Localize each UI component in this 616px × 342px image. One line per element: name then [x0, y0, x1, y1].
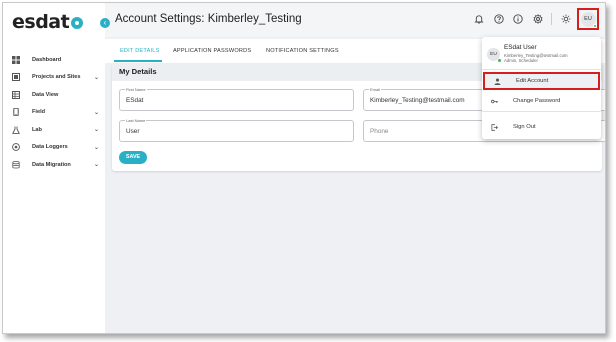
- chevron-down-icon[interactable]: ⌄: [94, 144, 99, 151]
- top-bar: Account Settings: Kimberley_Testing EU: [105, 3, 605, 37]
- logger-icon: [11, 143, 20, 152]
- divider: [550, 13, 552, 25]
- sidebar-item-label: Data Loggers: [32, 144, 68, 151]
- sidebar-item-data-loggers[interactable]: Data Loggers ⌄: [3, 139, 105, 157]
- user-avatar-button[interactable]: EU: [577, 8, 599, 30]
- dashboard-icon: [11, 55, 20, 64]
- sidebar-nav: Dashboard Projects and Sites ⌄ Data View…: [3, 51, 105, 174]
- sidebar-item-label: Projects and Sites: [32, 74, 81, 81]
- collapse-sidebar-icon[interactable]: ‹: [100, 18, 110, 28]
- chevron-down-icon[interactable]: ⌄: [94, 161, 99, 168]
- user-menu: EU ESdat User Kimberley_Testing@testmail…: [482, 37, 601, 139]
- active-tab-indicator: [114, 60, 162, 62]
- first-name-label: First Name: [125, 87, 147, 92]
- chevron-down-icon[interactable]: ⌄: [94, 109, 99, 116]
- key-icon: [489, 98, 499, 105]
- email-label: Email: [369, 87, 382, 92]
- avatar-initials: EU: [490, 52, 497, 57]
- sidebar-item-label: Data View: [32, 91, 59, 98]
- tab-application-passwords[interactable]: APPLICATION PASSWORDS: [173, 48, 251, 54]
- online-status-icon: [497, 58, 501, 62]
- logo-text: esdat: [12, 11, 70, 33]
- last-name-field[interactable]: Last Name User: [119, 118, 354, 142]
- menu-item-label: Change Password: [513, 98, 561, 104]
- last-name-label: Last Name: [125, 118, 147, 123]
- tab-notification-settings[interactable]: NOTIFICATION SETTINGS: [266, 48, 339, 54]
- user-name: ESdat User: [504, 44, 537, 51]
- projects-icon: [11, 73, 20, 82]
- menu-item-label: Edit Account: [516, 78, 549, 84]
- user-roles: Admin, Scheduler: [504, 58, 538, 63]
- sidebar-item-field[interactable]: Field ⌄: [3, 104, 105, 122]
- save-button[interactable]: SAVE: [119, 151, 147, 164]
- online-status-icon: [592, 23, 597, 28]
- logout-icon: [489, 123, 499, 131]
- first-name-field[interactable]: First Name ESdat: [119, 87, 354, 111]
- database-icon: [11, 160, 20, 169]
- sidebar-item-label: Data Migration: [32, 161, 71, 168]
- avatar-initials: EU: [584, 16, 592, 22]
- info-icon[interactable]: [509, 10, 527, 28]
- flask-icon: [11, 126, 20, 134]
- help-icon[interactable]: [490, 10, 508, 28]
- sidebar-item-dashboard[interactable]: Dashboard: [3, 51, 105, 69]
- sidebar-item-label: Dashboard: [32, 56, 62, 63]
- avatar: EU: [487, 48, 501, 62]
- user-info: EU ESdat User Kimberley_Testing@testmail…: [482, 37, 601, 68]
- logo-mark-icon: [71, 17, 84, 29]
- menu-item-change-password[interactable]: Change Password: [482, 92, 601, 110]
- sidebar-item-label: Field: [32, 109, 46, 116]
- avatar: EU: [580, 11, 597, 28]
- divider: [482, 69, 601, 70]
- top-icons: EU: [469, 8, 599, 30]
- sidebar-item-data-view[interactable]: Data View: [3, 86, 105, 104]
- menu-item-label: Sign Out: [513, 124, 536, 130]
- person-icon: [492, 77, 502, 85]
- page-title: Account Settings: Kimberley_Testing: [115, 13, 302, 25]
- last-name-value: User: [126, 128, 140, 135]
- phone-placeholder: Phone: [370, 128, 389, 135]
- chevron-down-icon[interactable]: ⌄: [94, 126, 99, 133]
- sidebar-item-projects-and-sites[interactable]: Projects and Sites ⌄: [3, 69, 105, 87]
- phone-icon: [11, 108, 20, 117]
- bell-icon[interactable]: [470, 10, 488, 28]
- menu-item-edit-account[interactable]: Edit Account: [483, 72, 600, 90]
- table-icon: [11, 90, 20, 99]
- divider: [482, 111, 601, 112]
- theme-icon[interactable]: [557, 10, 575, 28]
- chevron-down-icon[interactable]: ⌄: [94, 74, 99, 81]
- settings-icon[interactable]: [529, 10, 547, 28]
- email-value: Kimberley_Testing@testmail.com: [370, 97, 465, 104]
- menu-item-sign-out[interactable]: Sign Out: [482, 118, 601, 136]
- app-window: esdat Dashboard Projects and Sites ⌄ Dat…: [2, 2, 606, 334]
- tab-edit-details[interactable]: EDIT DETAILS: [120, 48, 160, 54]
- logo[interactable]: esdat: [12, 11, 84, 33]
- sidebar: esdat Dashboard Projects and Sites ⌄ Dat…: [3, 3, 105, 333]
- sidebar-item-lab[interactable]: Lab ⌄: [3, 121, 105, 139]
- sidebar-item-data-migration[interactable]: Data Migration ⌄: [3, 156, 105, 174]
- sidebar-item-label: Lab: [32, 126, 42, 133]
- first-name-value: ESdat: [126, 97, 144, 104]
